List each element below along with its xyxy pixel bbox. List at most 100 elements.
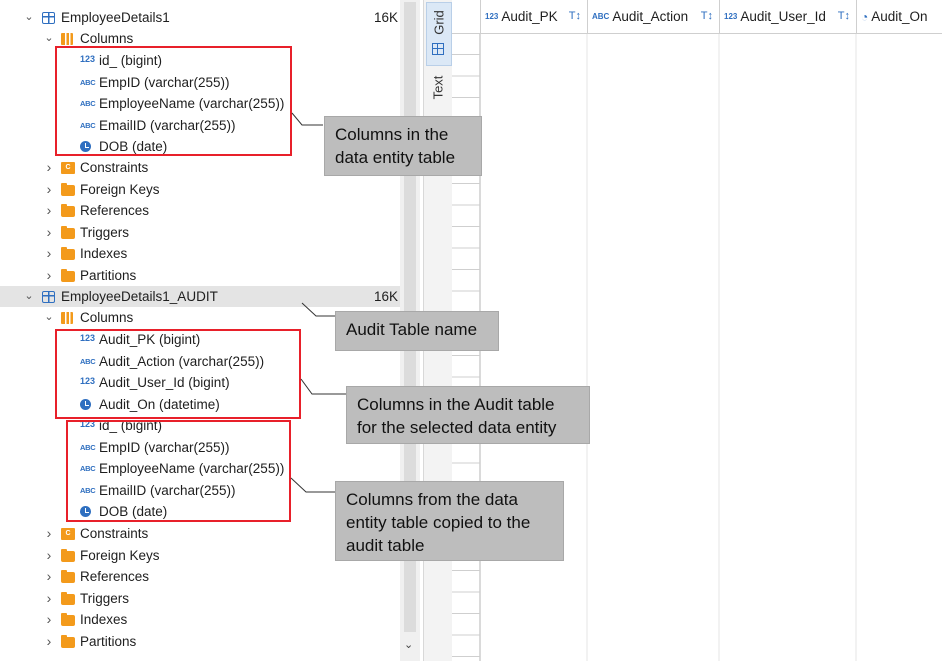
callout-audit-table-name: Audit Table name xyxy=(335,311,499,351)
grid-column-header[interactable]: 123 Audit_PK T↕ xyxy=(480,0,587,33)
results-grid[interactable]: 123 Audit_PK T↕ ABC Audit_Action T↕ 123 Audit_U… xyxy=(452,0,942,661)
grid-corner xyxy=(452,0,481,33)
chevron-right-icon[interactable]: › xyxy=(44,157,54,178)
grid-column-header[interactable]: ABC Audit_Action T↕ xyxy=(587,0,719,33)
callout-audit-columns: Columns in the Audit table for the selec… xyxy=(346,386,590,444)
chevron-right-icon[interactable]: › xyxy=(44,609,54,630)
chevron-right-icon[interactable]: › xyxy=(44,265,54,286)
highlight-audit-columns xyxy=(55,329,301,419)
tab-text-label: Text xyxy=(430,75,446,100)
group-label: Indexes xyxy=(80,612,128,627)
folder-icon xyxy=(61,634,75,648)
tree-node-partitions[interactable]: › Partitions xyxy=(0,265,400,286)
callout-line: Audit Table name xyxy=(346,320,478,339)
grid-column-label: Audit_On xyxy=(871,9,928,24)
chevron-right-icon[interactable]: › xyxy=(44,523,54,544)
callout-copied-columns: Columns from the data entity table copie… xyxy=(335,481,564,561)
group-label: Triggers xyxy=(80,224,130,240)
chevron-down-icon[interactable]: ⌄ xyxy=(44,28,54,49)
table-name: EmployeeDetails1_AUDIT xyxy=(61,289,218,304)
group-label: Partitions xyxy=(80,267,137,283)
group-label: Constraints xyxy=(80,160,149,175)
group-label: Triggers xyxy=(80,590,130,606)
chevron-right-icon[interactable]: › xyxy=(44,222,54,243)
group-label: Indexes xyxy=(80,246,128,261)
callout-line: entity table copied to the xyxy=(346,513,531,532)
filter-sort-icon[interactable]: T↕ xyxy=(569,0,581,33)
table-icon xyxy=(42,291,55,303)
columns-icon xyxy=(61,312,73,324)
grid-column-label: Audit_PK xyxy=(501,9,558,24)
chevron-right-icon[interactable]: › xyxy=(44,243,54,264)
grid-column-header[interactable]: ◔ Audit_On xyxy=(856,0,942,33)
group-label: References xyxy=(80,203,150,218)
chevron-right-icon[interactable]: › xyxy=(44,179,54,200)
folder-icon xyxy=(61,182,75,196)
chevron-right-icon[interactable]: › xyxy=(44,588,54,609)
grid-column-label: Audit_User_Id xyxy=(740,9,826,24)
callout-line: Columns from the data xyxy=(346,490,518,509)
highlight-copied-columns xyxy=(66,420,291,522)
tree-node-references[interactable]: › References xyxy=(0,200,400,221)
grid-header: 123 Audit_PK T↕ ABC Audit_Action T↕ 123 Audit_U… xyxy=(452,0,942,34)
group-label: References xyxy=(80,569,150,584)
constraints-icon: C xyxy=(61,162,75,174)
chevron-right-icon[interactable]: › xyxy=(44,545,54,566)
number-type-icon: 123 xyxy=(724,12,738,21)
folder-icon xyxy=(61,570,75,583)
tree-node-indexes[interactable]: › Indexes xyxy=(0,243,400,264)
chevron-right-icon[interactable]: › xyxy=(44,566,54,587)
tab-text[interactable]: Text xyxy=(426,68,450,110)
table-icon xyxy=(42,12,55,24)
tree-node-references[interactable]: › References xyxy=(0,566,400,587)
tree-node-table-employeedetails1-audit[interactable]: ⌄ EmployeeDetails1_AUDIT 16K xyxy=(0,286,400,307)
tree-node-triggers[interactable]: › Triggers xyxy=(0,222,400,243)
callout-line: Columns in the Audit table xyxy=(357,395,555,414)
callout-line: audit table xyxy=(346,536,425,555)
chevron-down-icon[interactable]: ⌄ xyxy=(44,307,54,328)
tree-node-foreign-keys[interactable]: › Foreign Keys xyxy=(0,179,400,200)
chevron-right-icon[interactable]: › xyxy=(44,631,54,652)
folder-icon xyxy=(61,591,75,605)
filter-sort-icon[interactable]: T↕ xyxy=(838,0,850,33)
folder-icon xyxy=(61,613,75,626)
grid-column-header[interactable]: 123 Audit_User_Id T↕ xyxy=(719,0,856,33)
group-label: Partitions xyxy=(80,633,137,649)
tab-grid-label: Grid xyxy=(431,10,447,35)
folder-icon xyxy=(61,204,75,217)
tree-node-triggers[interactable]: › Triggers xyxy=(0,588,400,609)
chevron-right-icon[interactable]: › xyxy=(44,200,54,221)
group-label: Foreign Keys xyxy=(80,547,160,563)
columns-label: Columns xyxy=(80,310,134,325)
number-type-icon: 123 xyxy=(485,12,499,21)
group-label: Constraints xyxy=(80,526,149,541)
text-type-icon: ABC xyxy=(592,12,610,21)
tree-node-table-employeedetails1[interactable]: ⌄ EmployeeDetails1 16K xyxy=(0,7,400,28)
table-name: EmployeeDetails1 xyxy=(61,10,170,25)
group-label: Foreign Keys xyxy=(80,181,160,197)
constraints-icon: C xyxy=(61,528,75,540)
callout-line: data entity table xyxy=(335,148,456,167)
chevron-down-icon[interactable]: ⌄ xyxy=(24,286,34,307)
grid-lines xyxy=(452,33,857,661)
callout-entity-columns: Columns in the data entity table xyxy=(324,116,482,176)
tab-grid[interactable]: Grid xyxy=(426,2,452,66)
folder-icon xyxy=(61,225,75,239)
tree-node-partitions[interactable]: › Partitions xyxy=(0,631,400,652)
table-size: 16K xyxy=(374,289,399,304)
filter-sort-icon[interactable]: T↕ xyxy=(701,0,713,33)
clock-icon: ◔ xyxy=(861,10,869,24)
grid-icon xyxy=(432,43,444,55)
table-size: 16K xyxy=(374,10,399,25)
tree-node-indexes[interactable]: › Indexes xyxy=(0,609,400,630)
folder-icon xyxy=(61,247,75,260)
columns-icon xyxy=(61,33,73,45)
chevron-down-icon[interactable]: ⌄ xyxy=(24,7,34,28)
callout-line: for the selected data entity xyxy=(357,418,557,437)
folder-icon xyxy=(61,268,75,282)
grid-column-label: Audit_Action xyxy=(612,9,689,24)
highlight-entity-columns xyxy=(55,46,292,156)
folder-icon xyxy=(61,548,75,562)
callout-line: Columns in the xyxy=(335,125,449,144)
chevron-down-icon[interactable]: ⌄ xyxy=(404,638,413,651)
